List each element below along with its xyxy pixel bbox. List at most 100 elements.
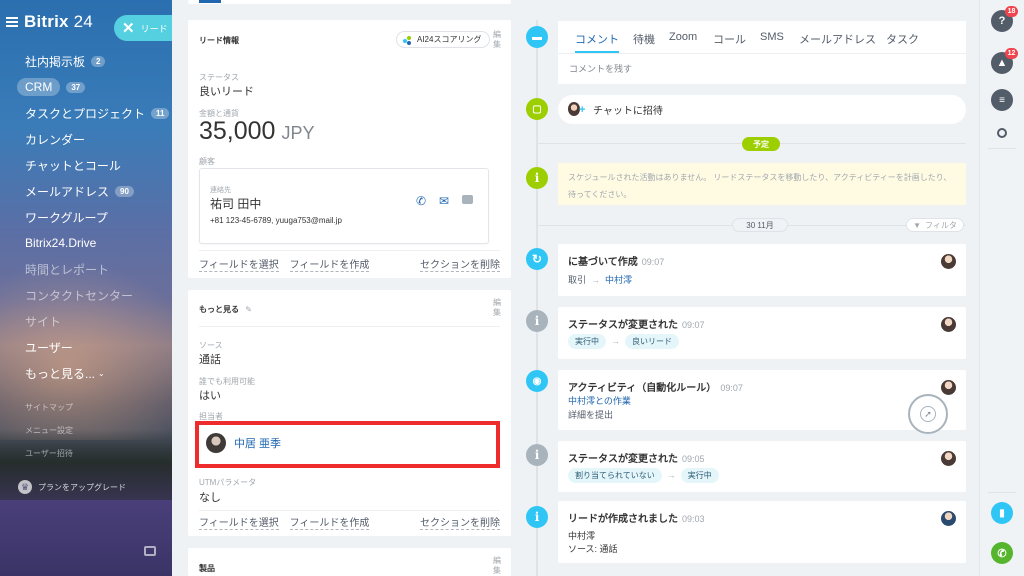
event-time: 09:05 xyxy=(682,454,705,464)
activity-link[interactable]: 中村澪との作業 xyxy=(568,394,631,407)
upgrade-plan-link[interactable]: ♛ プランをアップグレード xyxy=(18,480,126,494)
notifications-button[interactable]: ▲ 12 xyxy=(991,48,1018,74)
sidebar-item-sitemap[interactable]: サイトマップ xyxy=(0,396,172,419)
contact-label: 連絡先 xyxy=(210,187,231,194)
tab-zoom[interactable]: Zoom xyxy=(669,31,697,43)
tab-call[interactable]: コール xyxy=(713,31,746,47)
available-label: 誰でも利用可能 xyxy=(199,377,255,386)
event-from: 取引 xyxy=(568,275,587,285)
help-button[interactable]: ? 18 xyxy=(991,6,1018,32)
avatar[interactable] xyxy=(941,511,956,526)
sidebar-item-feed[interactable]: 社内掲示板 2 xyxy=(0,48,172,74)
sidebar-item-time-reports[interactable]: 時間とレポート xyxy=(0,256,172,282)
app-logo[interactable]: Bitrix 24 xyxy=(24,12,93,32)
delete-section-link[interactable]: セクションを削除 xyxy=(420,256,500,272)
edit-more-button[interactable]: 編集 xyxy=(493,298,501,318)
hamburger-menu-icon[interactable] xyxy=(6,17,18,27)
amount-row[interactable]: 35,000 JPY xyxy=(199,117,315,146)
comment-input[interactable]: コメントを残す xyxy=(569,62,632,75)
filter-button[interactable]: ▼ フィルタ xyxy=(906,218,964,232)
timeline-event-status-changed: ステータスが変更された 09:07 実行中 → 良いリード xyxy=(558,307,966,359)
status-chip-to: 良いリード xyxy=(625,334,679,349)
more-title-row: もっと見る ✎ xyxy=(199,304,252,315)
timeline-event-activity: アクティビティ（自動化ルール） 09:07 中村澪との作業 詳細を提出 ➚ xyxy=(558,370,966,434)
pin-button[interactable]: ➚ xyxy=(908,394,948,434)
event-title-text: に基づいて作成 xyxy=(568,257,638,268)
sidebar-item-workgroups[interactable]: ワークグループ xyxy=(0,204,172,230)
chat-icon[interactable] xyxy=(462,195,473,204)
utm-value[interactable]: なし xyxy=(199,489,221,505)
event-title: アクティビティ（自動化ルール） 09:07 xyxy=(568,379,743,394)
sidebar-item-crm[interactable]: CRM 37 xyxy=(0,74,172,100)
sidebar-item-drive[interactable]: Bitrix24.Drive xyxy=(0,230,172,256)
tab-wait[interactable]: 待機 xyxy=(633,31,655,47)
source-label: ソース xyxy=(199,341,223,350)
products-title: 製品 xyxy=(199,564,215,573)
sidebar-item-more[interactable]: もっと見る... ⌄ xyxy=(0,360,172,386)
event-to-link[interactable]: 中村澪 xyxy=(605,275,632,285)
delete-section-link[interactable]: セクションを削除 xyxy=(420,514,500,530)
avatar[interactable] xyxy=(941,380,956,395)
status-chip-from: 実行中 xyxy=(568,334,606,349)
date-pill: 30 11月 xyxy=(732,218,788,232)
create-field-link[interactable]: フィールドを作成 xyxy=(289,260,370,272)
logo-name: Bitrix xyxy=(24,12,69,31)
mail-icon[interactable]: ✉ xyxy=(439,194,449,208)
more-links: フィールドを選択 フィールドを作成 セクションを削除 xyxy=(199,514,500,530)
logo-number: 24 xyxy=(73,12,93,31)
create-field-link[interactable]: フィールドを作成 xyxy=(289,518,370,530)
tab-mail[interactable]: メールアドレス xyxy=(799,31,876,47)
close-lead-pill[interactable]: ✕ リード xyxy=(114,15,172,41)
phone-icon[interactable]: ✆ xyxy=(416,194,426,208)
sidebar-item-users[interactable]: ユーザー xyxy=(0,334,172,360)
event-title-text: ステータスが変更された xyxy=(568,320,678,331)
search-button[interactable] xyxy=(991,122,1013,144)
sidebar-item-count: 2 xyxy=(91,55,106,67)
avatar[interactable] xyxy=(941,451,956,466)
open-line-button[interactable]: ▮ xyxy=(991,502,1013,524)
sidebar-item-calendar[interactable]: カレンダー xyxy=(0,126,172,152)
empty-schedule-notice: スケジュールされた活動はありません。 リードステータスを移動したり、アクティビテ… xyxy=(558,163,966,205)
sidebar-item-menu-settings[interactable]: メニュー設定 xyxy=(0,419,172,442)
sidebar-item-mail[interactable]: メールアドレス 90 xyxy=(0,178,172,204)
sidebar-menu: 社内掲示板 2 CRM 37 タスクとプロジェクト 11 カレンダー チャットとコール… xyxy=(0,48,172,465)
contact-name[interactable]: 祐司 田中 xyxy=(210,195,261,212)
sidebar-item-chat[interactable]: チャットとコール xyxy=(0,152,172,178)
avatar[interactable] xyxy=(941,317,956,332)
sidebar-item-sites[interactable]: サイト xyxy=(0,308,172,334)
call-button[interactable]: ✆ xyxy=(991,542,1013,564)
sidebar-item-tasks[interactable]: タスクとプロジェクト 11 xyxy=(0,100,172,126)
tab-comment[interactable]: コメント xyxy=(575,31,619,53)
ai-scoring-button[interactable]: AI24スコアリング xyxy=(396,31,491,48)
status-value[interactable]: 良いリード xyxy=(199,83,254,99)
close-icon[interactable]: ✕ xyxy=(122,21,135,36)
available-value[interactable]: はい xyxy=(199,387,221,403)
ai-scoring-label: AI24スコアリング xyxy=(417,35,482,44)
edit-lead-info-button[interactable]: 編集 xyxy=(493,30,501,50)
sidebar-item-label: Bitrix24.Drive xyxy=(25,236,97,250)
sidebar-item-label: ユーザー xyxy=(25,340,73,355)
sidebar-item-label: コンタクトセンター xyxy=(25,288,134,303)
edit-products-button[interactable]: 編集 xyxy=(493,556,501,576)
pencil-icon[interactable]: ✎ xyxy=(245,305,252,314)
event-time: 09:07 xyxy=(720,383,743,393)
sidebar-item-label: 時間とレポート xyxy=(25,262,110,277)
lead-info-title: リード情報 xyxy=(199,36,239,45)
tab-task[interactable]: タスク xyxy=(886,31,919,47)
sidebar-item-contact-center[interactable]: コンタクトセンター xyxy=(0,282,172,308)
select-field-link[interactable]: フィールドを選択 xyxy=(199,518,279,530)
event-body: 実行中 → 良いリード xyxy=(568,334,679,349)
timeline-editor: コメント 待機 Zoom コール SMS メールアドレス タスク コメントを残す xyxy=(558,21,966,84)
chat-invite-bar[interactable]: + チャットに招待 xyxy=(558,95,966,124)
event-title: ステータスが変更された 09:05 xyxy=(568,450,705,465)
select-field-link[interactable]: フィールドを選択 xyxy=(199,260,279,272)
sidebar-item-label: メールアドレス xyxy=(25,184,110,199)
tab-sms[interactable]: SMS xyxy=(760,31,784,43)
open-line-icon: ▮ xyxy=(999,507,1005,519)
avatar[interactable] xyxy=(941,254,956,269)
rail-bottom-divider xyxy=(988,492,1016,493)
source-value[interactable]: 通話 xyxy=(199,351,221,367)
sidebar-item-invite-users[interactable]: ユーザー招待 xyxy=(0,442,172,465)
messenger-button[interactable]: ≡ xyxy=(991,89,1013,111)
printer-icon[interactable] xyxy=(144,546,156,556)
